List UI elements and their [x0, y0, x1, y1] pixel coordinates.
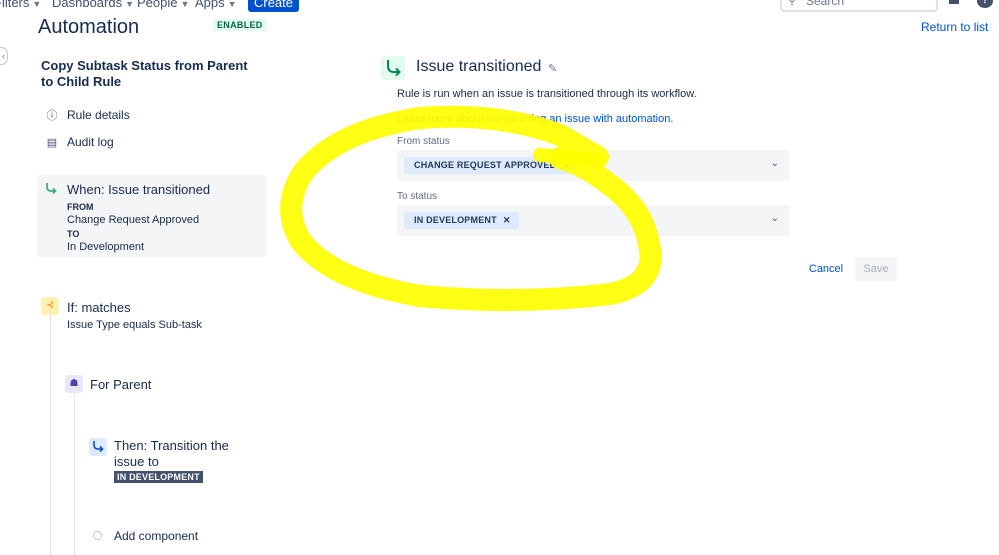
- top-navigation: Filters▼ Dashboards▼ People▼ Apps▼ Creat…: [0, 0, 999, 14]
- trigger-from-label: FROM: [67, 202, 94, 212]
- notifications-icon[interactable]: [946, 0, 962, 8]
- search-icon: ⚲: [788, 0, 797, 7]
- from-status-select[interactable]: CHANGE REQUEST APPROVED ✕ ⌄: [397, 150, 790, 181]
- collapse-sidebar-icon[interactable]: ‹: [0, 47, 8, 65]
- action-title-line1[interactable]: Then: Transition the: [114, 438, 229, 453]
- to-status-chip: IN DEVELOPMENT ✕: [404, 212, 519, 229]
- nav-people-label: People: [137, 0, 178, 10]
- learn-more-prefix: Learn more about: [397, 113, 487, 125]
- document-icon: ▤: [46, 136, 58, 149]
- add-component-dot: [93, 531, 102, 540]
- trigger-component[interactable]: When: Issue transitioned FROM Change Req…: [37, 175, 266, 257]
- nav-apps-label: Apps: [195, 0, 225, 10]
- trigger-to-value: In Development: [67, 241, 145, 253]
- main-title: Issue transitioned: [416, 58, 542, 75]
- to-status-label: To status: [397, 191, 438, 202]
- save-button[interactable]: Save: [855, 257, 897, 281]
- issue-transitioned-icon: [381, 56, 405, 80]
- return-to-list-link[interactable]: Return to list: [921, 20, 988, 34]
- cancel-button[interactable]: Cancel: [802, 257, 850, 281]
- from-status-chip-label: CHANGE REQUEST APPROVED: [414, 160, 557, 170]
- rule-name: Copy Subtask Status from Parent to Child…: [41, 58, 248, 89]
- audit-log-link[interactable]: ▤ Audit log: [45, 135, 114, 149]
- add-component-link[interactable]: Add component: [114, 529, 198, 543]
- nav-people[interactable]: People ▼: [137, 0, 189, 10]
- remove-chip-icon[interactable]: ✕: [503, 215, 511, 225]
- edit-pencil-icon[interactable]: ✎: [548, 62, 557, 75]
- to-status-chip-label: IN DEVELOPMENT: [414, 215, 497, 225]
- chevron-down-icon[interactable]: ⌄: [771, 158, 779, 169]
- action-status-lozenge: IN DEVELOPMENT: [114, 471, 203, 483]
- rule-details-link[interactable]: ⓘ Rule details: [45, 107, 130, 123]
- from-status-chip: CHANGE REQUEST APPROVED ✕: [404, 157, 579, 174]
- action-transition-icon: [89, 438, 107, 456]
- chevron-down-icon[interactable]: ⌄: [771, 213, 779, 224]
- audit-log-label: Audit log: [67, 135, 114, 149]
- search-placeholder: Search: [806, 0, 845, 8]
- trigger-title: When: Issue transitioned: [67, 182, 211, 197]
- trigger-to-label: TO: [67, 229, 80, 239]
- chevron-down-icon: ▼: [125, 0, 135, 9]
- to-status-select[interactable]: IN DEVELOPMENT ✕ ⌄: [397, 205, 790, 236]
- chevron-down-icon: ▼: [227, 0, 237, 9]
- branch-title[interactable]: For Parent: [90, 377, 151, 392]
- rule-details-label: Rule details: [67, 108, 130, 122]
- learn-more: Learn more about transitioning an issue …: [397, 113, 673, 125]
- learn-more-link[interactable]: transitioning an issue with automation.: [487, 113, 674, 125]
- remove-chip-icon[interactable]: ✕: [562, 160, 570, 170]
- branch-icon: ☗: [65, 375, 83, 393]
- action-title-line2: issue to: [114, 454, 159, 469]
- flow-line: [50, 298, 51, 555]
- status-badge: ENABLED: [213, 19, 267, 31]
- page-title: Automation: [38, 16, 140, 38]
- condition-title[interactable]: If: matches: [67, 300, 131, 315]
- help-icon[interactable]: ?: [977, 0, 993, 8]
- chevron-down-icon: ▼: [32, 0, 42, 9]
- nav-apps[interactable]: Apps ▼: [195, 0, 237, 10]
- condition-detail: Issue Type equals Sub-task: [67, 319, 202, 331]
- trigger-from-value: Change Request Approved: [67, 214, 200, 226]
- from-status-label: From status: [397, 136, 450, 147]
- transition-icon: [46, 183, 57, 195]
- info-icon: ⓘ: [46, 110, 58, 122]
- trigger-description: Rule is run when an issue is transitione…: [397, 88, 697, 100]
- chevron-down-icon: ▼: [180, 0, 190, 9]
- search-input[interactable]: ⚲ Search: [780, 0, 938, 12]
- create-button[interactable]: Create: [248, 0, 299, 12]
- branch-line: [74, 394, 75, 555]
- nav-filters-label: Filters: [0, 0, 30, 10]
- nav-filters[interactable]: Filters▼: [0, 0, 41, 10]
- nav-dashboards[interactable]: Dashboards ▼: [52, 0, 134, 10]
- condition-icon: ⊰: [41, 297, 59, 315]
- nav-dashboards-label: Dashboards: [52, 0, 123, 10]
